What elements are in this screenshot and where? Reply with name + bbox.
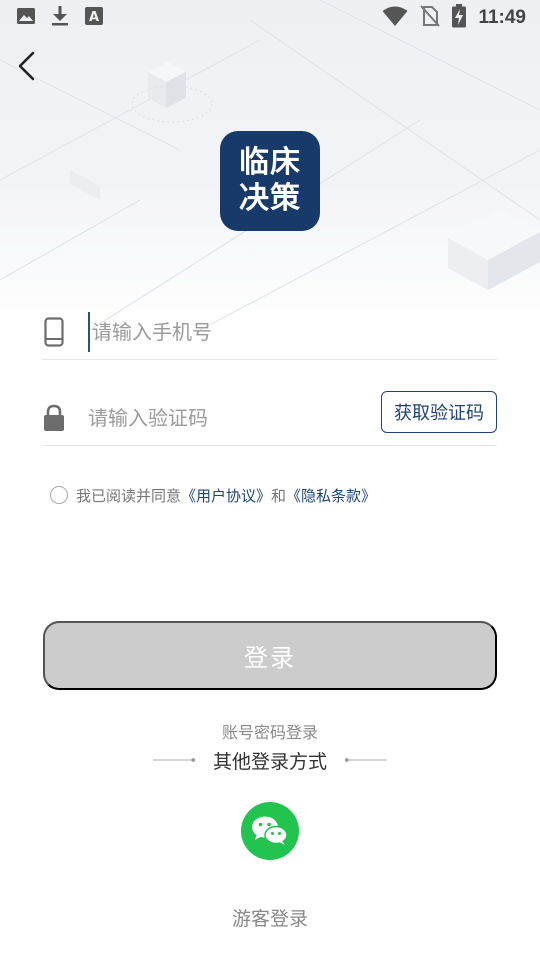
login-button[interactable]: 登录 xyxy=(43,621,497,690)
status-right-icons: 11:49 xyxy=(382,4,526,32)
status-bar: A 11:49 xyxy=(0,0,540,36)
user-agreement-link[interactable]: 《用户协议》 xyxy=(181,485,271,506)
agreement-row: 我已阅读并同意 《用户协议》 和 《隐私条款》 xyxy=(50,484,376,506)
download-icon xyxy=(50,5,70,31)
mobile-phone-icon xyxy=(42,316,66,348)
wechat-icon xyxy=(252,816,288,845)
get-code-button[interactable]: 获取验证码 xyxy=(381,391,497,433)
divider-left-decoration xyxy=(152,758,196,762)
agreement-conjunction: 和 xyxy=(271,486,287,505)
other-login-divider: 其他登录方式 xyxy=(0,746,540,774)
other-login-title: 其他登录方式 xyxy=(212,750,327,773)
status-time: 11:49 xyxy=(478,7,526,28)
divider-right-decoration xyxy=(344,758,387,762)
lock-icon xyxy=(42,402,66,434)
agreement-prefix: 我已阅读并同意 xyxy=(76,486,182,505)
image-icon xyxy=(16,6,36,30)
back-button[interactable] xyxy=(10,46,44,86)
svg-text:A: A xyxy=(89,10,99,25)
status-left-icons: A xyxy=(16,5,104,31)
privacy-policy-link[interactable]: 《隐私条款》 xyxy=(286,485,376,506)
code-field-row: 获取验证码 xyxy=(42,390,497,446)
font-icon: A xyxy=(84,6,104,30)
phone-input[interactable] xyxy=(88,311,497,352)
wifi-icon xyxy=(382,5,408,31)
back-arrow-icon xyxy=(18,51,35,81)
phone-field-row xyxy=(42,304,497,360)
logo-text-line-2: 决策 xyxy=(239,181,301,216)
battery-charging-icon xyxy=(452,4,467,32)
guest-login-link[interactable]: 游客登录 xyxy=(0,904,540,931)
password-login-link[interactable]: 账号密码登录 xyxy=(0,719,540,743)
wechat-login-button[interactable] xyxy=(241,802,299,860)
logo-text-line-1: 临床 xyxy=(239,145,301,180)
no-sim-icon xyxy=(420,5,441,31)
agreement-checkbox[interactable] xyxy=(50,486,68,504)
app-logo: 临床 决策 xyxy=(220,131,320,231)
